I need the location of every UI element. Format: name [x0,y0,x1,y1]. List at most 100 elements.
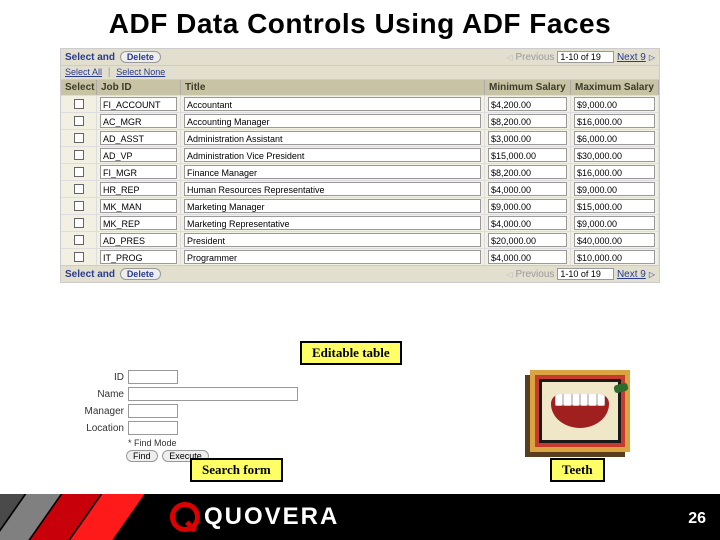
cell-title[interactable]: Programmer [184,250,481,264]
cell-min-salary[interactable]: $15,000.00 [488,148,567,162]
cell-title[interactable]: Marketing Manager [184,199,481,213]
cell-title[interactable]: Finance Manager [184,165,481,179]
select-and-label: Select and [65,52,115,63]
pager-select-bottom[interactable]: 1-10 of 19 [557,268,614,280]
q-icon [170,502,200,532]
toolbar-bottom: Select and Delete ◁ Previous 1-10 of 19 … [61,265,659,282]
cell-min-salary[interactable]: $3,000.00 [488,131,567,145]
row-checkbox[interactable] [74,201,84,211]
mouth-icon [551,394,609,428]
cell-job-id[interactable]: HR_REP [100,182,177,196]
toolbar-top: Select and Delete ◁ Previous 1-10 of 19 … [61,49,659,66]
table-row: FI_MGR Finance Manager $8,200.00 $16,000.00 [61,163,659,180]
cell-min-salary[interactable]: $8,200.00 [488,114,567,128]
row-checkbox[interactable] [74,99,84,109]
row-checkbox[interactable] [74,218,84,228]
prev-icon: ◁ [506,53,512,62]
cell-job-id[interactable]: AD_VP [100,148,177,162]
callout-search-form: Search form [190,458,283,482]
cell-title[interactable]: Accounting Manager [184,114,481,128]
callout-editable-table: Editable table [300,341,402,365]
table-row: AD_VP Administration Vice President $15,00… [61,146,659,163]
row-checkbox[interactable] [74,167,84,177]
cell-max-salary[interactable]: $16,000.00 [574,165,655,179]
cell-max-salary[interactable]: $16,000.00 [574,114,655,128]
editable-table: Select and Delete ◁ Previous 1-10 of 19 … [60,48,660,283]
cell-max-salary[interactable]: $40,000.00 [574,233,655,247]
table-row: AD_PRES President $20,000.00 $40,000.00 [61,231,659,248]
cell-max-salary[interactable]: $9,000.00 [574,97,655,111]
footer-stripes [0,494,180,540]
row-checkbox[interactable] [74,252,84,262]
footer: QUOVERA 26 [0,494,720,540]
delete-button[interactable]: Delete [120,51,161,63]
cell-max-salary[interactable]: $10,000.00 [574,250,655,264]
cell-title[interactable]: Human Resources Representative [184,182,481,196]
select-all-link[interactable]: Select All [65,67,102,77]
label-manager: Manager [70,406,128,417]
cell-max-salary[interactable]: $9,000.00 [574,182,655,196]
cell-job-id[interactable]: AD_ASST [100,131,177,145]
next-icon[interactable]: ▷ [649,53,655,62]
cell-min-salary[interactable]: $20,000.00 [488,233,567,247]
slide-title: ADF Data Controls Using ADF Faces [0,0,720,48]
cell-min-salary[interactable]: $4,200.00 [488,97,567,111]
pager-select[interactable]: 1-10 of 19 [557,51,614,63]
logo-text: QUOVERA [204,503,339,531]
cell-job-id[interactable]: AC_MGR [100,114,177,128]
row-checkbox[interactable] [74,235,84,245]
cell-job-id[interactable]: AD_PRES [100,233,177,247]
cell-job-id[interactable]: FI_ACCOUNT [100,97,177,111]
cell-title[interactable]: Administration Vice President [184,148,481,162]
cell-min-salary[interactable]: $4,000.00 [488,250,567,264]
cell-job-id[interactable]: FI_MGR [100,165,177,179]
table-row: AD_ASST Administration Assistant $3,000.00… [61,129,659,146]
cell-job-id[interactable]: IT_PROG [100,250,177,264]
next-link[interactable]: Next 9 [617,52,646,63]
table-header: Select Job ID Title Minimum Salary Maxim… [61,80,659,95]
cell-title[interactable]: Accountant [184,97,481,111]
cell-max-salary[interactable]: $6,000.00 [574,131,655,145]
input-id[interactable] [128,370,178,384]
table-row: FI_ACCOUNT Accountant $4,200.00 $9,000.00 [61,95,659,112]
cell-job-id[interactable]: MK_REP [100,216,177,230]
col-min: Minimum Salary [485,80,571,95]
cell-job-id[interactable]: MK_MAN [100,199,177,213]
col-max: Maximum Salary [571,80,659,95]
cell-min-salary[interactable]: $9,000.00 [488,199,567,213]
cell-max-salary[interactable]: $30,000.00 [574,148,655,162]
cell-title[interactable]: Administration Assistant [184,131,481,145]
cell-min-salary[interactable]: $8,200.00 [488,165,567,179]
table-row: IT_PROG Programmer $4,000.00 $10,000.00 [61,248,659,265]
label-name: Name [70,389,128,400]
label-id: ID [70,372,128,383]
input-manager[interactable] [128,404,178,418]
row-checkbox[interactable] [74,116,84,126]
col-title: Title [181,80,485,95]
callout-teeth: Teeth [550,458,605,482]
cell-max-salary[interactable]: $15,000.00 [574,199,655,213]
find-button[interactable]: Find [126,450,158,462]
row-checkbox[interactable] [74,150,84,160]
cell-min-salary[interactable]: $4,000.00 [488,216,567,230]
table-row: AC_MGR Accounting Manager $8,200.00 $16,000… [61,112,659,129]
teeth-image [530,370,630,452]
row-checkbox[interactable] [74,184,84,194]
delete-button-bottom[interactable]: Delete [120,268,161,280]
cell-min-salary[interactable]: $4,000.00 [488,182,567,196]
table-row: HR_REP Human Resources Representative $4,0… [61,180,659,197]
prev-icon-bottom: ◁ [506,270,512,279]
row-checkbox[interactable] [74,133,84,143]
input-name[interactable] [128,387,298,401]
page-number: 26 [688,510,706,528]
next-link-bottom[interactable]: Next 9 [617,269,646,280]
search-form: ID Name Manager Location * Find Mode Fin… [70,370,298,462]
cell-max-salary[interactable]: $9,000.00 [574,216,655,230]
next-icon-bottom[interactable]: ▷ [649,270,655,279]
find-mode-label: * Find Mode [128,438,298,448]
cell-title[interactable]: President [184,233,481,247]
input-location[interactable] [128,421,178,435]
cell-title[interactable]: Marketing Representative [184,216,481,230]
previous-link-bottom: Previous [516,269,555,280]
select-none-link[interactable]: Select None [116,67,165,77]
